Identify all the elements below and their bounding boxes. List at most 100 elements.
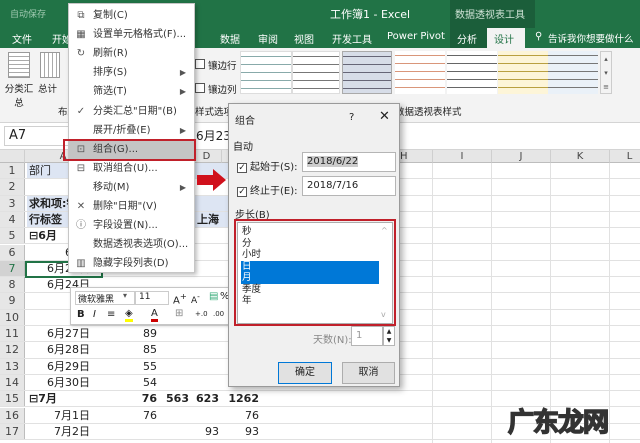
cell-d[interactable]: 上海 [192, 211, 222, 228]
cell-a[interactable]: 6月30日 [27, 375, 104, 390]
tab-data[interactable]: 数据 [220, 31, 240, 46]
cell-d[interactable] [192, 245, 222, 260]
font-size-select[interactable]: 11 [135, 291, 169, 305]
cell-d[interactable] [192, 261, 222, 276]
decrease-font-icon[interactable]: A- [191, 292, 200, 306]
pivot-style-thumb[interactable] [498, 51, 548, 94]
row-header[interactable]: 10 [0, 309, 25, 325]
increase-decimal-icon[interactable]: +.0 [195, 310, 208, 318]
cell-c[interactable] [160, 424, 192, 439]
row-header[interactable]: 9 [0, 293, 25, 309]
font-color-icon[interactable]: A [151, 308, 158, 322]
pivot-style-thumb[interactable] [447, 51, 497, 94]
chevron-down-icon[interactable]: ▾ [123, 291, 127, 300]
italic-icon[interactable]: I [93, 309, 96, 320]
row-header[interactable]: 13 [0, 358, 25, 374]
subtotal-button[interactable]: 分类汇总 [4, 81, 34, 109]
days-spinner[interactable]: ▲ ▼ [383, 326, 395, 346]
cell-b[interactable]: 76 [102, 408, 160, 423]
cell-a[interactable]: 7月2日 [27, 424, 104, 439]
pivot-style-thumb[interactable] [240, 51, 292, 94]
cell-d[interactable]: 93 [192, 424, 222, 439]
context-menu-item[interactable]: 筛选(T) ▶ [69, 82, 194, 101]
tab-analyze[interactable]: 分析 [457, 31, 477, 46]
pivot-style-thumb[interactable] [395, 51, 445, 94]
row-header[interactable]: 16 [0, 407, 25, 423]
row-header[interactable]: 15 [0, 391, 25, 407]
context-menu-item[interactable]: ⊟ 取消组合(U)... [69, 159, 194, 178]
tab-review[interactable]: 审阅 [258, 31, 278, 46]
cell-c[interactable] [160, 408, 192, 423]
context-menu-item[interactable]: ↻ 刷新(R) [69, 44, 194, 63]
tell-me-box[interactable]: 告诉我你想要做什么 [548, 31, 634, 45]
row-header[interactable]: 17 [0, 423, 25, 440]
cell-d[interactable] [192, 228, 222, 243]
row-header[interactable]: 14 [0, 374, 25, 391]
context-menu-item[interactable]: ⓘ 字段设置(N)... [69, 216, 194, 235]
help-button[interactable]: ? [349, 112, 354, 123]
cell-c[interactable] [160, 375, 192, 390]
column-header[interactable]: K [551, 150, 610, 163]
cell-d[interactable] [192, 195, 222, 211]
cell-c[interactable] [160, 326, 192, 341]
cell-b[interactable]: 76 [102, 391, 160, 406]
context-menu-item[interactable]: ▥ 隐藏字段列表(D) [69, 254, 194, 273]
context-menu-item[interactable]: 排序(S) ▶ [69, 63, 194, 82]
cell-d[interactable] [192, 359, 222, 374]
row-header[interactable]: 12 [0, 342, 25, 358]
cell-a[interactable]: 6月28日 [27, 342, 104, 357]
start-input[interactable]: 2018/6/22 [302, 152, 396, 172]
banded-rows-checkbox[interactable]: 镶边行 [195, 58, 237, 72]
cell-e[interactable]: 93 [222, 424, 262, 439]
context-menu-item[interactable]: ✓ 分类汇总"日期"(B) [69, 102, 194, 121]
context-menu-item[interactable]: ⧉ 复制(C) [69, 6, 194, 25]
row-header[interactable]: 8 [0, 277, 25, 293]
cell-d[interactable]: 623 [192, 391, 222, 406]
cell-c[interactable] [160, 359, 192, 374]
cell-b[interactable]: 85 [102, 342, 160, 357]
context-menu-item[interactable]: ✕ 删除"日期"(V) [69, 197, 194, 216]
cell-d[interactable] [192, 326, 222, 341]
days-input[interactable]: 1 [351, 326, 383, 346]
column-header[interactable]: I [433, 150, 492, 163]
row-header[interactable]: 4 [0, 211, 25, 228]
cell-a[interactable]: 6月27日 [27, 326, 104, 341]
align-center-icon[interactable]: ≡ [107, 309, 115, 320]
cell-d[interactable] [192, 408, 222, 423]
context-menu-item[interactable]: 展开/折叠(E) ▶ [69, 121, 194, 140]
cell-b[interactable]: 89 [102, 326, 160, 341]
search-icon[interactable]: ⚲ [535, 31, 542, 42]
row-header[interactable]: 7 [0, 260, 25, 277]
context-menu-item[interactable]: ▦ 设置单元格格式(F)... [69, 25, 194, 44]
cell-a[interactable]: ⊟7月 [27, 391, 104, 406]
row-header[interactable]: 1 [0, 163, 25, 179]
cell-c[interactable]: 563 [160, 391, 192, 406]
cell-b[interactable] [102, 424, 160, 439]
decrease-decimal-icon[interactable]: .00 [213, 310, 224, 318]
cell-e[interactable]: 76 [222, 408, 262, 423]
tab-power-pivot[interactable]: Power Pivot [387, 31, 445, 42]
tab-developer[interactable]: 开发工具 [332, 31, 372, 46]
tab-view[interactable]: 视图 [294, 31, 314, 46]
row-header[interactable]: 11 [0, 326, 25, 342]
cell-d[interactable] [192, 375, 222, 390]
row-header[interactable]: 3 [0, 195, 25, 211]
close-icon[interactable]: ✕ [379, 109, 390, 124]
styles-scroll-button[interactable]: ▴ ▾ ≡ [600, 51, 612, 94]
cell-a[interactable]: 6月29日 [27, 359, 104, 374]
end-checkbox[interactable]: ✓ 终止于(E): [237, 182, 298, 197]
pivot-style-thumb[interactable] [292, 51, 340, 94]
context-menu-item[interactable]: 数据透视表选项(O)... [69, 235, 194, 254]
cell-e[interactable]: 1262 [222, 391, 262, 406]
column-header[interactable]: D [192, 150, 222, 163]
tab-file[interactable]: 文件 [12, 31, 32, 46]
row-header[interactable]: 6 [0, 244, 25, 260]
tab-design[interactable]: 设计 [494, 31, 514, 46]
select-all-corner[interactable] [0, 150, 25, 163]
format-painter-icon[interactable]: ▤ [209, 291, 218, 302]
fill-color-icon[interactable]: ◈ [125, 308, 133, 322]
cell-a[interactable]: 7月1日 [27, 408, 104, 423]
cell-d[interactable] [192, 342, 222, 357]
column-header[interactable]: L [610, 150, 640, 163]
end-input[interactable]: 2018/7/16 [302, 176, 396, 196]
